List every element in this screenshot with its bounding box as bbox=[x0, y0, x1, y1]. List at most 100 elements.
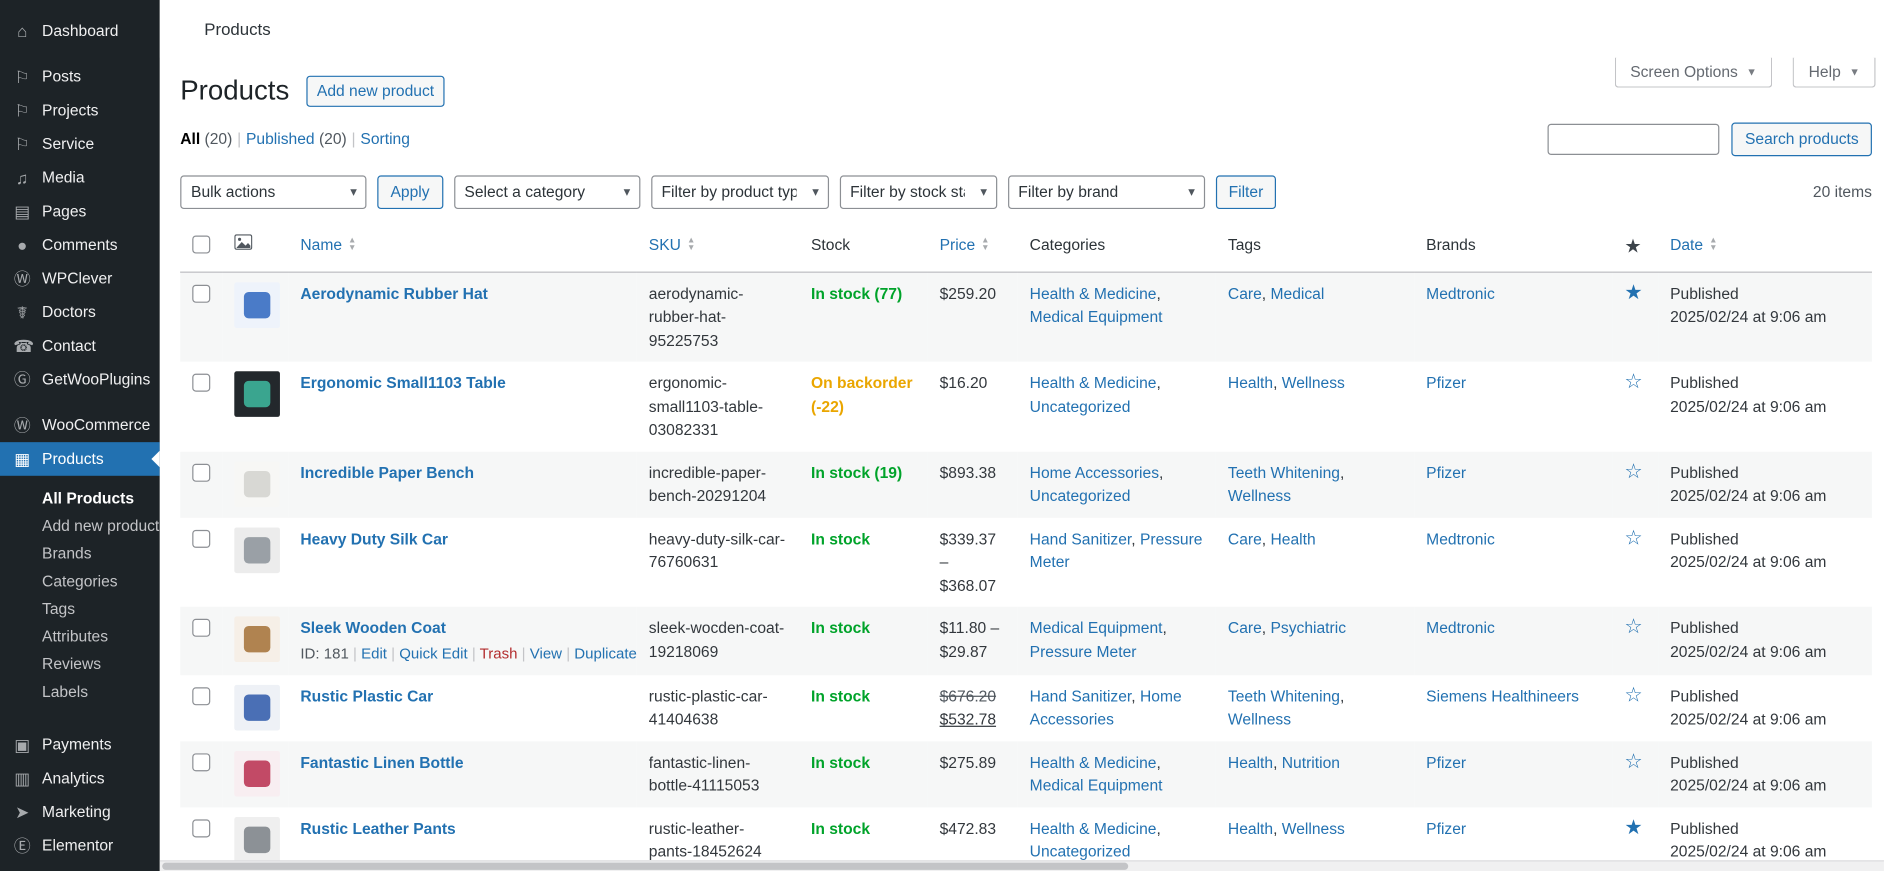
tag-link[interactable]: Teeth Whitening bbox=[1228, 464, 1340, 482]
bulk-actions-select[interactable]: Bulk actions bbox=[180, 175, 366, 209]
sidebar-item-service[interactable]: ⚐Service bbox=[0, 127, 160, 161]
featured-star-outline-icon[interactable]: ☆ bbox=[1624, 616, 1642, 639]
brand-link[interactable]: Pfizer bbox=[1426, 464, 1466, 482]
scrollbar-thumb[interactable] bbox=[162, 863, 1128, 870]
category-link[interactable]: Hand Sanitizer bbox=[1030, 687, 1132, 705]
sidebar-item-woocommerce[interactable]: ⓌWooCommerce bbox=[0, 409, 160, 443]
tag-link[interactable]: Nutrition bbox=[1282, 753, 1340, 771]
tag-link[interactable]: Health bbox=[1270, 530, 1315, 548]
brand-link[interactable]: Siemens Healthineers bbox=[1426, 687, 1579, 705]
sidebar-subitem-add-new-product[interactable]: Add new product bbox=[0, 512, 160, 540]
product-name-link[interactable]: Fantastic Linen Bottle bbox=[300, 753, 463, 771]
brand-filter-select[interactable]: Filter by brand bbox=[1007, 175, 1204, 209]
filter-button[interactable]: Filter bbox=[1215, 175, 1276, 209]
row-action-edit[interactable]: Edit bbox=[361, 645, 387, 662]
column-header-name-link[interactable]: Name▲▼ bbox=[300, 235, 356, 253]
sidebar-subitem-categories[interactable]: Categories bbox=[0, 567, 160, 595]
featured-star-outline-icon[interactable]: ☆ bbox=[1624, 749, 1642, 772]
tag-link[interactable]: Medical bbox=[1270, 285, 1324, 303]
row-checkbox[interactable] bbox=[192, 374, 210, 392]
featured-star-filled-icon[interactable]: ★ bbox=[1624, 281, 1642, 304]
sidebar-subitem-labels[interactable]: Labels bbox=[0, 678, 160, 706]
tag-link[interactable]: Care bbox=[1228, 530, 1262, 548]
sidebar-item-analytics[interactable]: ▥Analytics bbox=[0, 762, 160, 796]
sidebar-item-dashboard[interactable]: ⌂Dashboard bbox=[0, 14, 160, 48]
row-action-trash[interactable]: Trash bbox=[480, 645, 518, 662]
category-link[interactable]: Uncategorized bbox=[1030, 398, 1131, 416]
product-thumbnail[interactable] bbox=[234, 282, 280, 328]
featured-star-filled-icon[interactable]: ★ bbox=[1624, 815, 1642, 838]
sidebar-item-comments[interactable]: ●Comments bbox=[0, 228, 160, 262]
row-checkbox[interactable] bbox=[192, 819, 210, 837]
product-type-filter-select[interactable]: Filter by product type bbox=[651, 175, 829, 209]
sidebar-subitem-attributes[interactable]: Attributes bbox=[0, 622, 160, 650]
featured-star-outline-icon[interactable]: ☆ bbox=[1624, 683, 1642, 706]
product-name-link[interactable]: Incredible Paper Bench bbox=[300, 464, 474, 482]
help-button[interactable]: Help ▼ bbox=[1793, 58, 1876, 88]
product-thumbnail[interactable] bbox=[234, 751, 280, 797]
product-thumbnail[interactable] bbox=[234, 684, 280, 730]
category-link[interactable]: Medical Equipment bbox=[1030, 619, 1163, 637]
row-checkbox[interactable] bbox=[192, 285, 210, 303]
tag-link[interactable]: Health bbox=[1228, 819, 1273, 837]
view-all[interactable]: All (20) bbox=[180, 130, 232, 148]
horizontal-scrollbar[interactable] bbox=[160, 860, 1884, 871]
column-header-price-link[interactable]: Price▲▼ bbox=[940, 235, 990, 253]
category-link[interactable]: Medical Equipment bbox=[1030, 776, 1163, 794]
product-thumbnail[interactable] bbox=[234, 817, 280, 863]
tag-link[interactable]: Wellness bbox=[1282, 374, 1345, 392]
row-checkbox[interactable] bbox=[192, 753, 210, 771]
sidebar-item-doctors[interactable]: ☤Doctors bbox=[0, 296, 160, 330]
screen-options-button[interactable]: Screen Options ▼ bbox=[1615, 58, 1773, 88]
product-thumbnail[interactable] bbox=[234, 527, 280, 573]
product-thumbnail[interactable] bbox=[234, 372, 280, 418]
product-thumbnail[interactable] bbox=[234, 617, 280, 663]
tag-link[interactable]: Care bbox=[1228, 285, 1262, 303]
sidebar-subitem-all-products[interactable]: All Products bbox=[0, 484, 160, 512]
brand-link[interactable]: Pfizer bbox=[1426, 819, 1466, 837]
sidebar-item-products[interactable]: ▦Products bbox=[0, 442, 160, 476]
brand-link[interactable]: Pfizer bbox=[1426, 753, 1466, 771]
product-name-link[interactable]: Rustic Leather Pants bbox=[300, 819, 455, 837]
product-name-link[interactable]: Heavy Duty Silk Car bbox=[300, 530, 448, 548]
sidebar-item-payments[interactable]: ▣Payments bbox=[0, 728, 160, 762]
select-all-checkbox[interactable] bbox=[192, 235, 210, 253]
search-products-button[interactable]: Search products bbox=[1732, 122, 1872, 156]
tag-link[interactable]: Health bbox=[1228, 374, 1273, 392]
row-checkbox[interactable] bbox=[192, 619, 210, 637]
brand-link[interactable]: Medtronic bbox=[1426, 285, 1495, 303]
featured-star-outline-icon[interactable]: ☆ bbox=[1624, 526, 1642, 549]
search-input[interactable] bbox=[1548, 124, 1720, 155]
product-thumbnail[interactable] bbox=[234, 461, 280, 507]
brand-link[interactable]: Medtronic bbox=[1426, 530, 1495, 548]
tag-link[interactable]: Wellness bbox=[1228, 710, 1291, 728]
column-header-sku-link[interactable]: SKU▲▼ bbox=[649, 235, 695, 253]
row-action-duplicate[interactable]: Duplicate bbox=[574, 645, 637, 662]
category-link[interactable]: Health & Medicine bbox=[1030, 285, 1157, 303]
row-action-quick-edit[interactable]: Quick Edit bbox=[399, 645, 467, 662]
product-name-link[interactable]: Rustic Plastic Car bbox=[300, 687, 433, 705]
tag-link[interactable]: Wellness bbox=[1282, 819, 1345, 837]
sidebar-item-projects[interactable]: ⚐Projects bbox=[0, 94, 160, 128]
sidebar-item-pages[interactable]: ▤Pages bbox=[0, 195, 160, 229]
category-link[interactable]: Medical Equipment bbox=[1030, 308, 1163, 326]
sidebar-item-elementor[interactable]: ⒺElementor bbox=[0, 829, 160, 863]
add-new-product-button[interactable]: Add new product bbox=[306, 76, 445, 107]
product-name-link[interactable]: Aerodynamic Rubber Hat bbox=[300, 285, 487, 303]
product-name-link[interactable]: Sleek Wooden Coat bbox=[300, 619, 446, 637]
category-filter-select[interactable]: Select a category bbox=[454, 175, 640, 209]
tag-link[interactable]: Wellness bbox=[1228, 487, 1291, 505]
category-link[interactable]: Health & Medicine bbox=[1030, 753, 1157, 771]
brand-link[interactable]: Pfizer bbox=[1426, 374, 1466, 392]
sidebar-subitem-tags[interactable]: Tags bbox=[0, 595, 160, 623]
tag-link[interactable]: Psychiatric bbox=[1270, 619, 1346, 637]
column-header-date-link[interactable]: Date▲▼ bbox=[1670, 235, 1717, 253]
brand-link[interactable]: Medtronic bbox=[1426, 619, 1495, 637]
sidebar-item-getwooplugins[interactable]: ⒼGetWooPlugins bbox=[0, 363, 160, 397]
tag-link[interactable]: Health bbox=[1228, 753, 1273, 771]
sidebar-item-wpclever[interactable]: ⓌWPClever bbox=[0, 262, 160, 296]
category-link[interactable]: Uncategorized bbox=[1030, 842, 1131, 860]
category-link[interactable]: Pressure Meter bbox=[1030, 643, 1137, 661]
product-name-link[interactable]: Ergonomic Small1103 Table bbox=[300, 374, 505, 392]
sidebar-item-media[interactable]: ♫Media bbox=[0, 161, 160, 195]
